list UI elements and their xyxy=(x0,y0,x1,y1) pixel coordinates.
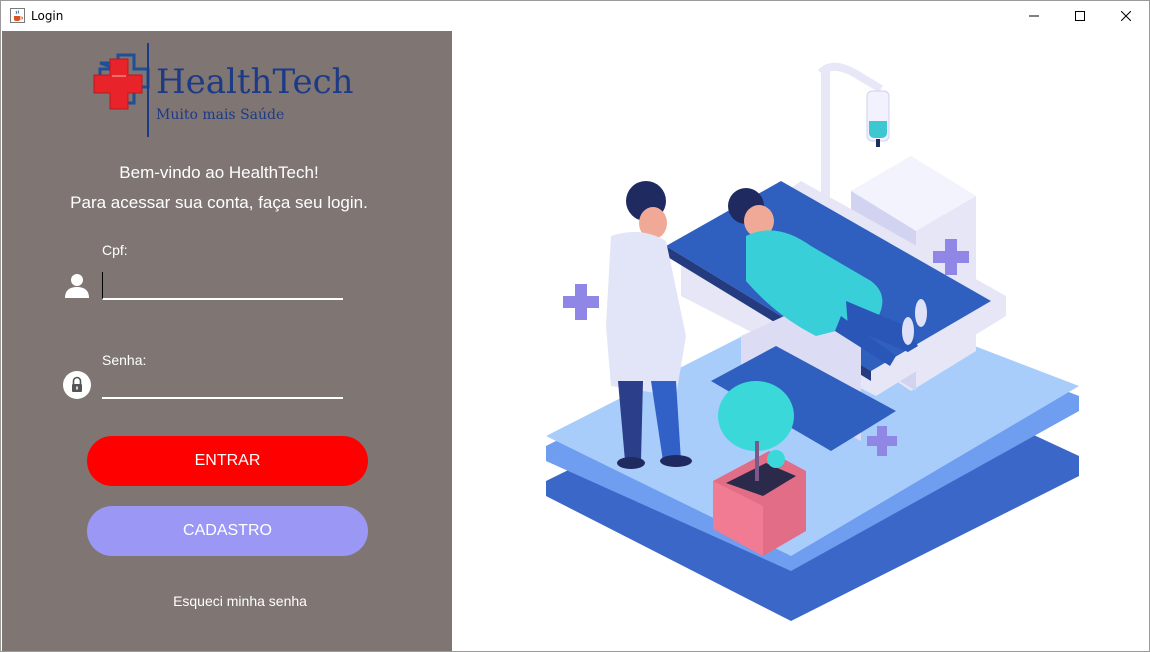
maximize-icon xyxy=(1075,11,1085,21)
login-panel: HealthTech Muito mais Saúde Bem-vindo ao… xyxy=(2,31,452,651)
maximize-button[interactable] xyxy=(1057,1,1103,31)
senha-input[interactable] xyxy=(102,371,343,399)
minimize-icon xyxy=(1029,15,1039,17)
svg-text:Muito mais Saúde: Muito mais Saúde xyxy=(156,107,284,123)
minimize-button[interactable] xyxy=(1011,1,1057,31)
java-cup-icon xyxy=(10,8,25,23)
user-icon xyxy=(65,274,89,298)
cpf-label: Cpf: xyxy=(102,242,128,258)
welcome-subtitle: Para acessar sua conta, faça seu login. xyxy=(70,193,368,212)
cpf-input[interactable] xyxy=(102,272,343,300)
close-button[interactable] xyxy=(1103,1,1149,31)
close-icon xyxy=(1121,11,1131,21)
medical-cross-icon xyxy=(93,53,150,110)
hospital-bed-illustration xyxy=(546,63,1079,621)
welcome-title: Bem-vindo ao HealthTech! xyxy=(119,163,319,182)
entrar-button[interactable]: ENTRAR xyxy=(87,436,368,486)
healthtech-logo: HealthTech Muito mais Saúde xyxy=(93,43,354,137)
login-window: Login HealthTech Muito mais Saúde Bem-vi… xyxy=(0,0,1150,652)
title-bar[interactable]: Login xyxy=(1,1,1149,31)
cadastro-button[interactable]: CADASTRO xyxy=(87,506,368,556)
lock-icon xyxy=(63,371,91,399)
senha-label: Senha: xyxy=(102,352,147,368)
svg-text:HealthTech: HealthTech xyxy=(156,62,354,102)
window-title: Login xyxy=(31,9,64,23)
forgot-password-link[interactable]: Esqueci minha senha xyxy=(2,593,478,609)
